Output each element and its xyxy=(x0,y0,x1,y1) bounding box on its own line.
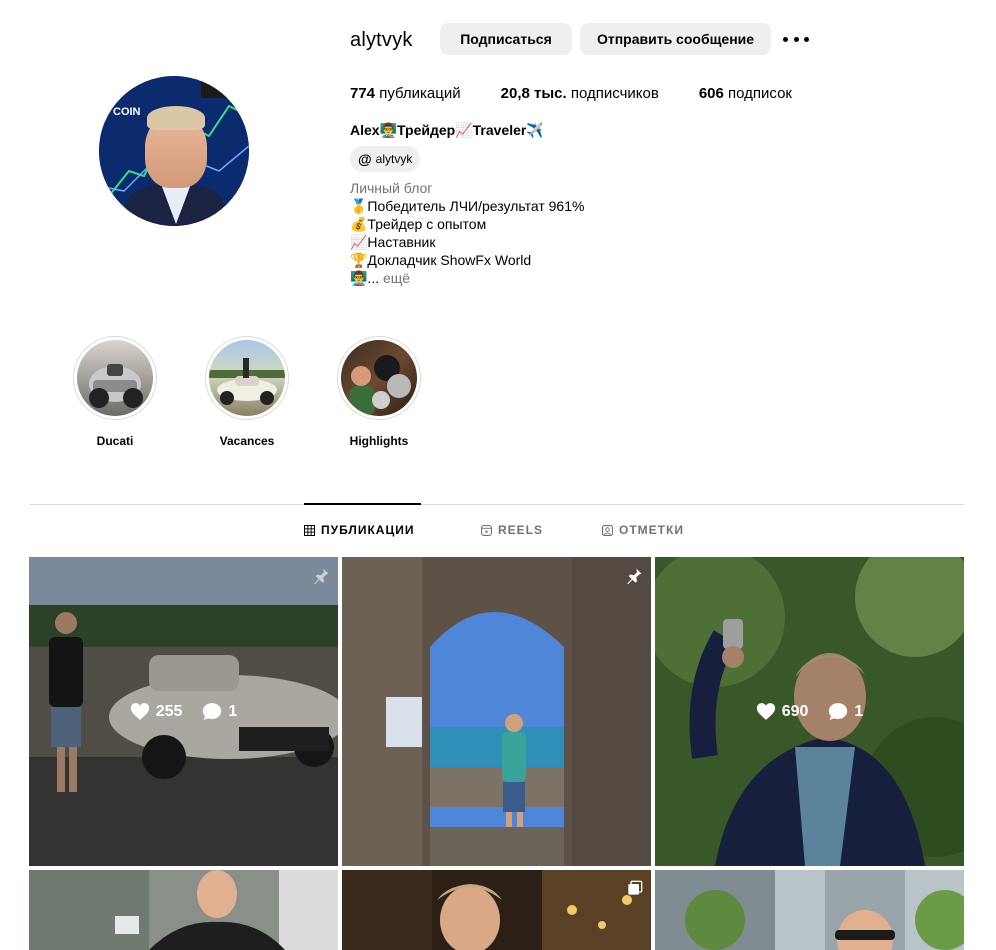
bio-line: 💰Трейдер с опытом xyxy=(350,216,487,232)
dot-icon xyxy=(804,36,809,42)
tab-label: ПУБЛИКАЦИИ xyxy=(321,523,415,537)
comments-stat: 1 xyxy=(202,702,237,721)
highlight-label: Highlights xyxy=(349,434,409,448)
carousel-icon xyxy=(628,880,643,895)
balloons-graphic xyxy=(349,355,411,416)
comments-count: 1 xyxy=(854,702,864,720)
likes-count: 255 xyxy=(155,702,183,720)
highlight-ducati[interactable]: Ducati xyxy=(72,336,158,448)
bio-line: 🏆Докладчик ShowFx World xyxy=(350,252,532,268)
car-graphic xyxy=(209,358,285,405)
followers-stat[interactable]: 20,8 тыс. подписчиков xyxy=(501,85,659,102)
posts-count: 774 xyxy=(350,85,376,102)
threads-badge[interactable]: @ alytvyk xyxy=(350,146,421,172)
profile-stats: 774 публикаций 20,8 тыс. подписчиков 606… xyxy=(350,85,832,102)
post-tile[interactable]: 255 1 xyxy=(29,557,338,866)
avatar-hair xyxy=(147,106,205,130)
send-message-button[interactable]: Отправить сообщение xyxy=(580,23,771,55)
post-tile[interactable]: 690 1 xyxy=(655,557,964,866)
reels-icon xyxy=(481,524,492,536)
post-image xyxy=(342,870,651,950)
posts-stat: 774 публикаций xyxy=(350,85,461,102)
highlight-label: Ducati xyxy=(96,434,134,448)
bio-line: 🥇Победитель ЛЧИ/результат 961% xyxy=(350,198,585,214)
pin-icon xyxy=(627,568,642,585)
threads-icon: @ xyxy=(358,151,372,167)
dot-icon xyxy=(793,36,799,42)
highlight-cover xyxy=(77,340,153,416)
dot-icon xyxy=(783,36,788,42)
post-tile[interactable] xyxy=(342,870,651,950)
tabs-divider xyxy=(29,504,964,505)
tab-tagged[interactable]: ОТМЕТКИ xyxy=(602,523,684,537)
post-hover-overlay: 255 1 xyxy=(29,557,338,866)
likes-stat: 255 xyxy=(130,702,183,721)
following-label: подписок xyxy=(728,85,792,102)
tab-label: REELS xyxy=(498,523,544,537)
comment-icon xyxy=(829,703,848,720)
tagged-icon xyxy=(602,524,613,536)
likes-stat: 690 xyxy=(756,702,809,721)
following-stat[interactable]: 606 подписок xyxy=(699,85,792,102)
more-options-icon[interactable] xyxy=(783,30,809,48)
threads-handle: alytvyk xyxy=(375,152,413,166)
highlight-cover xyxy=(341,340,417,416)
bio-category: Личный блог xyxy=(350,180,433,196)
comment-icon xyxy=(203,703,222,720)
post-tile[interactable] xyxy=(655,870,964,950)
highlight-label: Vacances xyxy=(219,434,275,448)
highlight-vacances[interactable]: Vacances xyxy=(204,336,290,448)
post-image xyxy=(655,870,964,950)
pin-icon xyxy=(314,568,329,585)
heart-icon xyxy=(130,703,149,720)
highlight-ring xyxy=(205,336,289,420)
heart-icon xyxy=(756,703,775,720)
post-image xyxy=(342,557,651,866)
post-hover-overlay: 690 1 xyxy=(655,557,964,866)
bio-last-line: 👨‍🏫... ещё xyxy=(350,269,584,287)
follow-button[interactable]: Подписаться xyxy=(440,23,572,55)
highlight-ring xyxy=(337,336,421,420)
highlight-highlights[interactable]: Highlights xyxy=(336,336,422,448)
tab-posts[interactable]: ПУБЛИКАЦИИ xyxy=(304,523,414,537)
highlight-ring xyxy=(73,336,157,420)
post-tile[interactable] xyxy=(29,870,338,950)
comments-count: 1 xyxy=(228,702,238,720)
tab-reels[interactable]: REELS xyxy=(481,523,543,537)
profile-full-name: Alex👨‍🏫Трейдер📈Traveler✈️ xyxy=(350,122,544,138)
motorcycle-graphic xyxy=(89,364,143,408)
avatar-coin-text: COIN xyxy=(113,106,141,118)
likes-count: 690 xyxy=(781,702,809,720)
bio-line: 📈Наставник xyxy=(350,234,436,250)
bio-ellipsis: 👨‍🏫... xyxy=(350,270,380,286)
comments-stat: 1 xyxy=(828,702,863,721)
highlight-cover xyxy=(209,340,285,416)
profile-avatar[interactable]: COIN xyxy=(99,76,249,226)
bio-more-link[interactable]: ещё xyxy=(383,270,410,286)
active-tab-indicator xyxy=(304,503,421,505)
posts-label: публикаций xyxy=(379,85,461,102)
grid-icon xyxy=(304,524,315,536)
post-image xyxy=(29,870,338,950)
followers-count: 20,8 тыс. xyxy=(500,85,567,102)
followers-label: подписчиков xyxy=(570,85,659,102)
profile-username[interactable]: alytvyk xyxy=(350,29,413,52)
post-tile[interactable] xyxy=(342,557,651,866)
following-count: 606 xyxy=(698,85,724,102)
profile-bio: Личный блог 🥇Победитель ЛЧИ/результат 96… xyxy=(350,179,584,287)
tab-label: ОТМЕТКИ xyxy=(619,523,684,537)
